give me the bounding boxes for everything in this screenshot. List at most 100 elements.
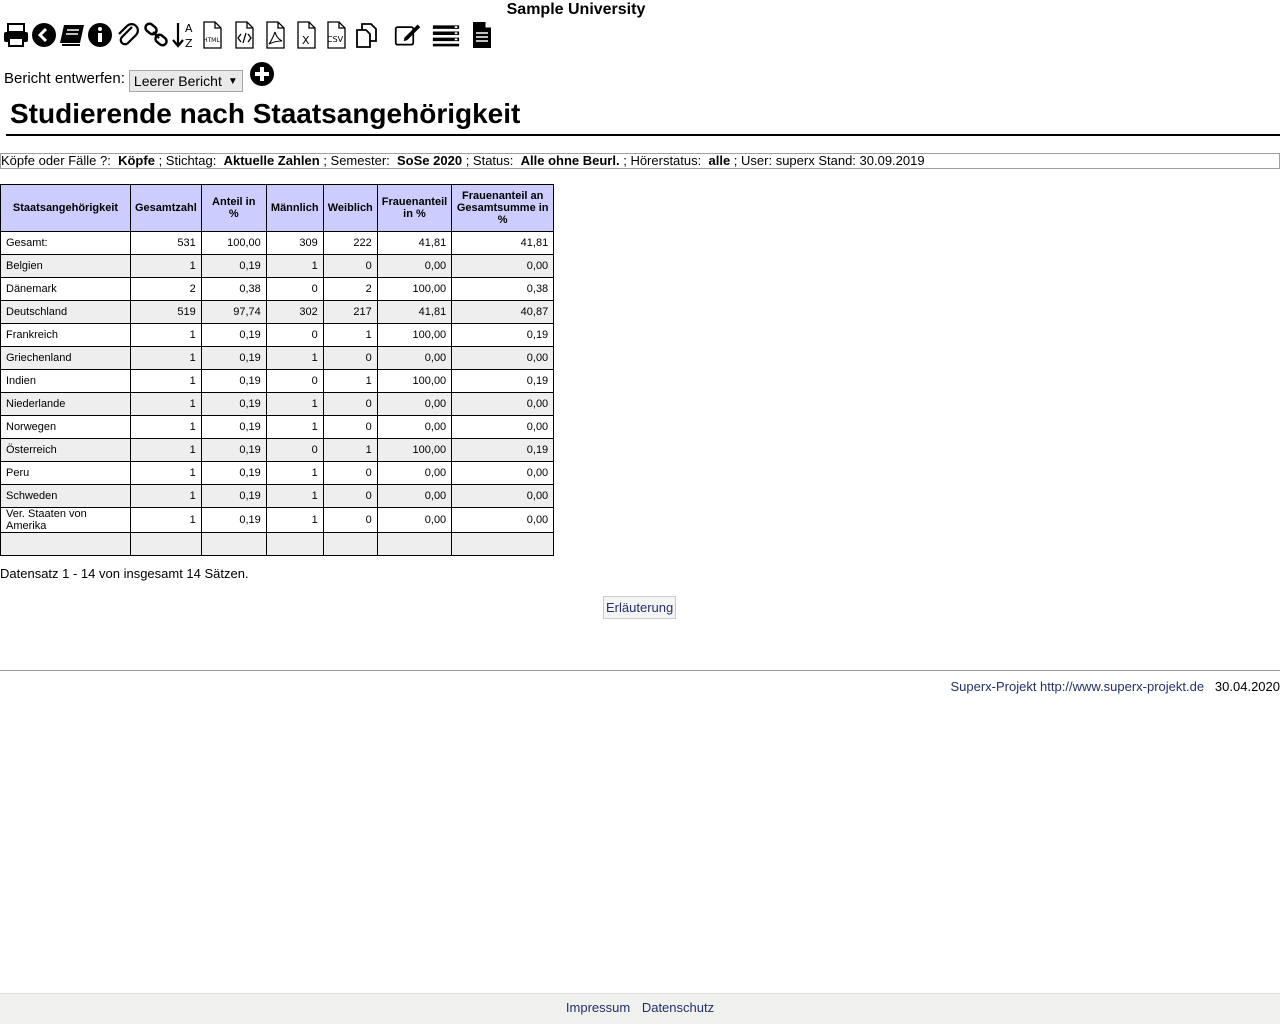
value-cell: 0,19 bbox=[200, 323, 267, 347]
param-semester-value: SoSe 2020 bbox=[397, 153, 463, 168]
value-cell: 100,00 bbox=[376, 438, 453, 462]
column-header: Männlich bbox=[265, 184, 324, 232]
country-cell: Gesamt: bbox=[0, 231, 131, 255]
table-row: Schweden 1 0,19 1 0 0,00 0,00 bbox=[0, 484, 555, 508]
value-cell: 0,00 bbox=[451, 254, 555, 278]
table-row: Indien 1 0,19 0 1 100,00 0,19 bbox=[0, 369, 555, 393]
excel-export-icon[interactable]: X bbox=[292, 20, 320, 50]
value-cell: 40,87 bbox=[451, 300, 555, 324]
copy-icon[interactable] bbox=[353, 20, 381, 50]
value-cell: 1 bbox=[130, 392, 202, 416]
value-cell: 1 bbox=[265, 392, 324, 416]
table-row: Belgien 1 0,19 1 0 0,00 0,00 bbox=[0, 254, 555, 278]
svg-text:Z: Z bbox=[185, 37, 193, 49]
value-cell: 0 bbox=[322, 254, 378, 278]
impressum-link[interactable]: Impressum bbox=[566, 1000, 630, 1015]
report-design-row: Bericht entwerfen: Leerer Bericht ▼ bbox=[4, 61, 275, 92]
document-icon[interactable] bbox=[468, 20, 496, 50]
value-cell: 41,81 bbox=[376, 300, 453, 324]
value-cell bbox=[451, 532, 555, 556]
table-row: Peru 1 0,19 1 0 0,00 0,00 bbox=[0, 461, 555, 485]
html-export-icon[interactable]: HTML bbox=[198, 20, 226, 50]
sort-az-icon[interactable]: AZ bbox=[170, 20, 198, 50]
value-cell: 0 bbox=[322, 461, 378, 485]
value-cell: 41,81 bbox=[451, 231, 555, 255]
value-cell: 1 bbox=[265, 461, 324, 485]
param-koepfe-label: Köpfe oder Fälle ?: bbox=[1, 153, 111, 168]
report-design-label: Bericht entwerfen: bbox=[4, 69, 125, 87]
value-cell: 1 bbox=[130, 346, 202, 370]
page-title: Studierende nach Staatsangehörigkeit bbox=[10, 98, 521, 129]
table-row: Norwegen 1 0,19 1 0 0,00 0,00 bbox=[0, 415, 555, 439]
table-row: Ver. Staaten von Amerika 1 0,19 1 0 0,00 0,00 bbox=[0, 507, 555, 533]
institution-title: Sample University bbox=[506, 1, 646, 18]
value-cell: 0,00 bbox=[451, 507, 555, 533]
value-cell: 0,00 bbox=[376, 507, 453, 533]
svg-text:X: X bbox=[302, 34, 310, 47]
country-cell: Norwegen bbox=[0, 415, 131, 439]
value-cell: 0,19 bbox=[200, 392, 267, 416]
value-cell: 1 bbox=[322, 369, 378, 393]
value-cell: 1 bbox=[130, 323, 202, 347]
value-cell: 100,00 bbox=[376, 369, 453, 393]
pdf-export-icon[interactable] bbox=[261, 20, 289, 50]
country-cell: Belgien bbox=[0, 254, 131, 278]
paperclip-icon[interactable] bbox=[114, 20, 142, 50]
value-cell: 0 bbox=[322, 346, 378, 370]
explanation-button[interactable]: Erläuterung bbox=[603, 596, 677, 619]
param-status-value: Alle ohne Beurl. bbox=[520, 153, 620, 168]
value-cell: 0,00 bbox=[376, 254, 453, 278]
table-body: Gesamt: 531 100,00 309 222 41,81 41,81 Belgien 1… bbox=[0, 231, 555, 556]
country-cell bbox=[0, 532, 131, 556]
code-export-icon[interactable] bbox=[230, 20, 258, 50]
value-cell: 2 bbox=[130, 277, 202, 301]
country-cell: Österreich bbox=[0, 438, 131, 462]
value-cell bbox=[322, 532, 378, 556]
column-header: Frauenanteil an Gesamtsumme in % bbox=[451, 184, 555, 232]
table-row: Frankreich 1 0,19 0 1 100,00 0,19 bbox=[0, 323, 555, 347]
value-cell: 1 bbox=[265, 484, 324, 508]
country-cell: Indien bbox=[0, 369, 131, 393]
book-icon[interactable] bbox=[58, 20, 86, 50]
back-icon[interactable] bbox=[30, 20, 58, 50]
param-stichtag-value: Aktuelle Zahlen bbox=[223, 153, 320, 168]
column-header: Weiblich bbox=[322, 184, 378, 232]
value-cell: 0 bbox=[265, 438, 324, 462]
table-header-row: Staatsangehörigkeit Gesamtzahl Anteil in… bbox=[0, 184, 555, 232]
superx-project-link[interactable]: Superx-Projekt http://www.superx-projekt… bbox=[950, 679, 1204, 694]
value-cell: 0 bbox=[322, 507, 378, 533]
add-report-icon[interactable] bbox=[249, 61, 275, 87]
value-cell: 1 bbox=[265, 346, 324, 370]
country-cell: Niederlande bbox=[0, 392, 131, 416]
value-cell: 0,19 bbox=[200, 254, 267, 278]
value-cell: 100,00 bbox=[376, 323, 453, 347]
param-status-label: ; Status: bbox=[465, 153, 514, 168]
value-cell: 0,19 bbox=[200, 369, 267, 393]
table-row: Dänemark 2 0,38 0 2 100,00 0,38 bbox=[0, 277, 555, 301]
value-cell: 0,19 bbox=[451, 438, 555, 462]
print-icon[interactable] bbox=[2, 20, 30, 50]
csv-export-icon[interactable]: CSV bbox=[322, 20, 350, 50]
value-cell: 97,74 bbox=[200, 300, 267, 324]
value-cell: 1 bbox=[322, 323, 378, 347]
value-cell: 0,19 bbox=[200, 346, 267, 370]
svg-text:A: A bbox=[185, 22, 193, 35]
divider bbox=[0, 670, 1280, 671]
country-cell: Griechenland bbox=[0, 346, 131, 370]
value-cell: 1 bbox=[265, 254, 324, 278]
value-cell: 1 bbox=[130, 484, 202, 508]
datenschutz-link[interactable]: Datenschutz bbox=[642, 1000, 714, 1015]
value-cell: 519 bbox=[130, 300, 202, 324]
table-row: Griechenland 1 0,19 1 0 0,00 0,00 bbox=[0, 346, 555, 370]
list-icon[interactable] bbox=[432, 20, 460, 50]
param-stichtag-label: ; Stichtag: bbox=[158, 153, 217, 168]
country-cell: Deutschland bbox=[0, 300, 131, 324]
value-cell: 1 bbox=[130, 369, 202, 393]
column-header: Staatsangehörigkeit bbox=[0, 184, 131, 232]
report-design-select[interactable]: Leerer Bericht ▼ bbox=[128, 70, 243, 92]
info-icon[interactable] bbox=[86, 20, 114, 50]
edit-icon[interactable] bbox=[394, 20, 422, 50]
link-icon[interactable] bbox=[142, 20, 170, 50]
value-cell: 0 bbox=[322, 415, 378, 439]
value-cell bbox=[200, 532, 267, 556]
